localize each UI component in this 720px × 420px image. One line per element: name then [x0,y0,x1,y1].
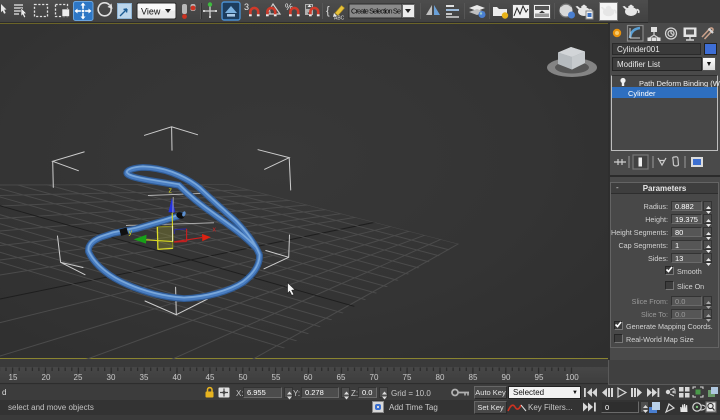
svg-text:Y:: Y: [293,389,300,398]
svg-text:z: z [169,188,173,195]
svg-text:x: x [213,227,217,234]
svg-text:3: 3 [244,2,249,12]
svg-text:Create Selection Se: Create Selection Se [351,7,401,16]
svg-text:ABC: ABC [334,16,345,22]
svg-text:y: y [129,230,133,237]
svg-text:+: + [673,387,676,393]
svg-text:View: View [141,7,161,17]
svg-text:Grid = 10.0: Grid = 10.0 [391,389,431,398]
svg-text:{: { [326,5,330,17]
